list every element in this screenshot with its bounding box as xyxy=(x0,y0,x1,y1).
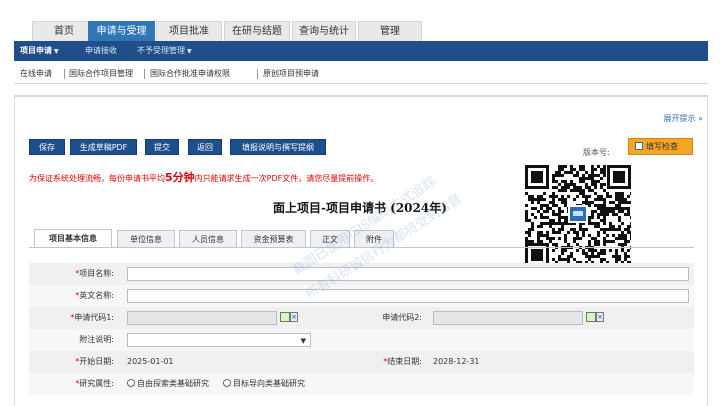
nav-not-accept-label: 不予受理管理 xyxy=(137,46,185,55)
apply-code1-picker[interactable]: × xyxy=(280,312,298,323)
select-icon xyxy=(586,312,596,322)
divider xyxy=(257,69,258,79)
radio-icon[interactable] xyxy=(127,379,135,387)
row-english-name: *英文名称: xyxy=(29,285,694,307)
tab-home[interactable]: 首页 xyxy=(32,21,96,41)
end-date-label: *结束日期: xyxy=(329,351,422,373)
primary-nav-bar: 项目申请 ▼ 申请接收 不予受理管理 ▼ xyxy=(14,41,708,61)
tab-unit-info[interactable]: 单位信息 xyxy=(117,230,175,247)
note-select[interactable]: ▼ xyxy=(127,333,311,347)
generate-pdf-button[interactable]: 生成草稿PDF xyxy=(70,139,137,155)
subnav-intl-coop-permission[interactable]: 国际合作批准申请权限 xyxy=(150,61,230,84)
top-tab-bar: 首页 申请与受理 项目批准 在研与结题 查询与统计 管理 xyxy=(14,21,708,41)
tab-basic-info[interactable]: 项目基本信息 xyxy=(34,229,112,248)
form-title: 面上项目-项目申请书 (2024年) xyxy=(273,201,447,215)
tab-budget[interactable]: 资金预算表 xyxy=(241,230,306,247)
expand-tip-link[interactable]: 展开提示 » xyxy=(664,113,703,124)
row-project-name: *项目名称: xyxy=(29,263,694,285)
row-research-attribute: *研究属性: 自由探索类基础研究 目标导向类基础研究 xyxy=(29,373,694,395)
nav-project-apply[interactable]: 项目申请 ▼ xyxy=(20,41,59,61)
nav-project-apply-label: 项目申请 xyxy=(20,46,52,55)
apply-code2-input[interactable] xyxy=(433,311,583,325)
tab-main-text[interactable]: 正文 xyxy=(310,230,350,247)
secondary-nav-bar: 在线申请 国际合作项目管理 国际合作批准申请权限 原创项目预申请 xyxy=(14,61,708,84)
warning-highlight: 5分钟 xyxy=(165,171,195,184)
apply-code2-label: 申请代码2: xyxy=(382,313,422,322)
row-note: 附注说明: ▼ xyxy=(29,329,694,351)
back-button[interactable]: 返回 xyxy=(188,139,222,155)
nav-not-accept[interactable]: 不予受理管理 ▼ xyxy=(137,41,192,61)
subnav-online-apply[interactable]: 在线申请 xyxy=(20,61,52,84)
option1-label: 自由探索类基础研究 xyxy=(137,379,209,388)
chevron-down-icon: ▼ xyxy=(300,337,306,345)
radio-goal-oriented[interactable]: 目标导向类基础研究 xyxy=(223,373,305,395)
select-icon xyxy=(280,312,290,322)
caret-down-icon: ▼ xyxy=(187,48,192,55)
clear-icon[interactable]: × xyxy=(290,312,298,322)
end-date-text: 结束日期: xyxy=(387,357,422,366)
expand-tip-label: 展开提示 xyxy=(663,114,696,123)
checklist-icon xyxy=(635,142,643,150)
divider xyxy=(144,69,145,79)
fill-check-button[interactable]: 填写检查 xyxy=(628,138,693,155)
tab-personnel-info[interactable]: 人员信息 xyxy=(179,230,237,247)
fill-check-label: 填写检查 xyxy=(646,142,678,151)
english-name-input[interactable] xyxy=(127,289,689,303)
version-label: 版本号: xyxy=(583,148,610,157)
apply-code2-picker[interactable]: × xyxy=(586,312,604,323)
start-date-value: 2025-01-01 xyxy=(127,357,174,366)
fill-guide-button[interactable]: 填报说明与撰写提纲 xyxy=(230,139,326,155)
tab-query-stats[interactable]: 查询与统计 xyxy=(292,21,356,41)
tab-apply-accept[interactable]: 申请与受理 xyxy=(88,21,155,41)
start-date-text: 开始日期: xyxy=(79,357,114,366)
research-attr-label: *研究属性: xyxy=(29,373,114,395)
apply-code1-text: 申请代码1: xyxy=(74,313,114,322)
divider xyxy=(64,69,65,79)
english-name-text: 英文名称: xyxy=(79,291,114,300)
radio-free-exploration[interactable]: 自由探索类基础研究 xyxy=(127,373,209,395)
tab-admin[interactable]: 管理 xyxy=(358,21,422,41)
subnav-original-preapply[interactable]: 原创项目预申请 xyxy=(263,61,319,84)
application-page: 首页 申请与受理 项目批准 在研与结题 查询与统计 管理 项目申请 ▼ 申请接收 … xyxy=(0,0,725,406)
end-date-value: 2028-12-31 xyxy=(433,357,480,366)
note-label: 附注说明: xyxy=(79,335,114,344)
warning-pre: 为保证系统处理流畅，每份申请书平均 xyxy=(29,174,165,183)
project-name-input[interactable] xyxy=(127,267,689,281)
tab-attachments[interactable]: 附件 xyxy=(354,230,394,247)
nav-apply-receive[interactable]: 申请接收 xyxy=(85,41,117,61)
double-chevron-down-icon: » xyxy=(698,114,703,123)
subnav-intl-coop-manage[interactable]: 国际合作项目管理 xyxy=(69,61,133,84)
tab-project-approval[interactable]: 项目批准 xyxy=(156,21,222,41)
row-apply-codes: *申请代码1: × 申请代码2: × xyxy=(29,307,694,329)
row-dates: *开始日期: 2025-01-01 *结束日期: 2028-12-31 xyxy=(29,351,694,373)
qr-code xyxy=(525,165,631,267)
start-date-label: *开始日期: xyxy=(29,351,114,373)
warning-post: 内只能请求生成一次PDF文件，请您尽量提前操作。 xyxy=(194,174,379,183)
project-name-text: 项目名称: xyxy=(79,269,114,278)
apply-code1-input[interactable] xyxy=(127,311,277,325)
save-button[interactable]: 保存 xyxy=(29,139,65,155)
pdf-warning-text: 为保证系统处理流畅，每份申请书平均5分钟内只能请求生成一次PDF文件，请您尽量提… xyxy=(29,169,378,185)
project-name-label: *项目名称: xyxy=(29,263,114,285)
radio-icon[interactable] xyxy=(223,379,231,387)
option2-label: 目标导向类基础研究 xyxy=(233,379,305,388)
caret-down-icon: ▼ xyxy=(54,48,59,55)
apply-code1-label: *申请代码1: xyxy=(29,307,114,329)
submit-button[interactable]: 提交 xyxy=(145,139,179,155)
clear-icon[interactable]: × xyxy=(596,312,604,322)
research-attr-text: 研究属性: xyxy=(79,379,114,388)
english-name-label: *英文名称: xyxy=(29,285,114,307)
tab-underline xyxy=(29,247,694,248)
tab-ongoing-conclusion[interactable]: 在研与结题 xyxy=(224,21,290,41)
